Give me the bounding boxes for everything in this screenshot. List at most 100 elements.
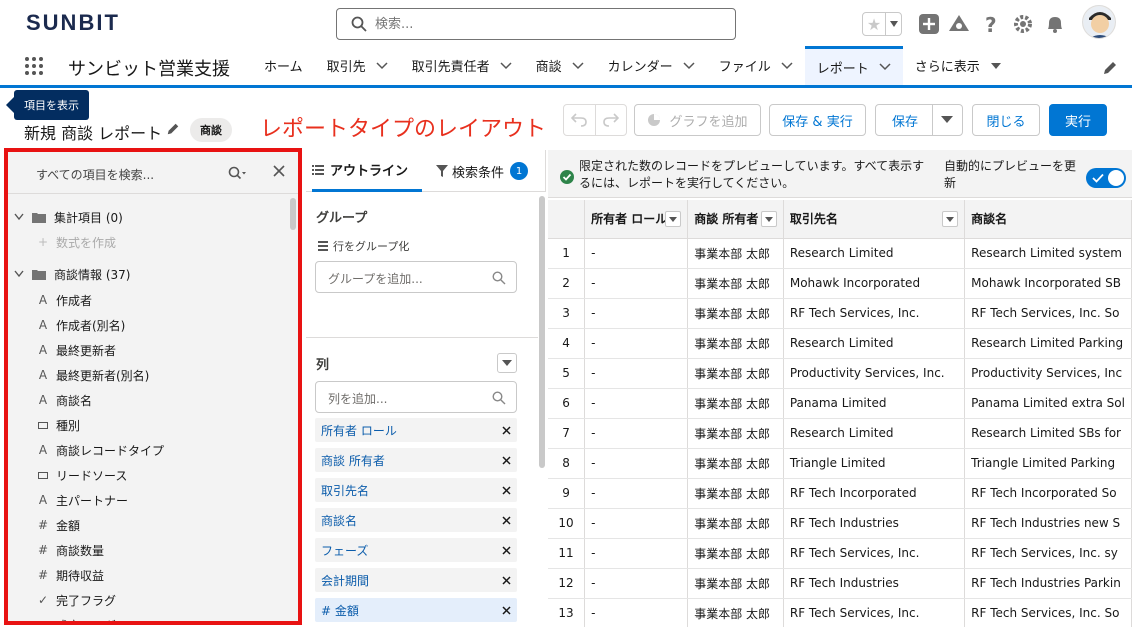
table-row[interactable]: 13- 事業本部 太郎 RF Tech Services, Inc. RF Tech … [548,598,1132,627]
remove-icon[interactable] [502,485,511,495]
column-chip[interactable]: 商談名 [315,508,517,532]
redo-button[interactable] [594,105,627,135]
field-group-summary[interactable]: 集計項目 (0) [14,205,123,229]
column-menu-icon[interactable] [760,211,777,227]
add-group-input[interactable]: グループを追加... [315,261,517,293]
search-icon[interactable] [228,166,246,180]
field-item[interactable]: A 作成者 [36,288,92,312]
gear-icon[interactable] [1012,13,1034,35]
nav-item-opportunities[interactable]: 商談 [524,46,596,85]
field-item[interactable]: # 期待収益 [36,563,104,587]
outline-scrollbar[interactable] [538,192,546,627]
column-header-account[interactable]: 取引先名 [783,200,966,239]
table-row[interactable]: 9- 事業本部 太郎 RF Tech Incorporated RF Tech Inc… [548,478,1132,509]
table-row[interactable]: 10- 事業本部 太郎 RF Tech Industries RF Tech Indu… [548,508,1132,539]
table-row[interactable]: 4- 事業本部 太郎 Research Limited Research Limite… [548,328,1132,359]
tab-filters[interactable]: 検索条件 1 [436,150,529,192]
table-row[interactable]: 3- 事業本部 太郎 RF Tech Services, Inc. RF Tech S… [548,298,1132,329]
field-item[interactable]: ✓ 成立フラグ [36,613,116,621]
create-formula[interactable]: + 数式を作成 [36,230,116,254]
user-avatar[interactable] [1082,5,1116,39]
columns-menu-button[interactable] [497,353,517,373]
chevron-down-icon[interactable] [879,63,891,71]
column-chip[interactable]: 所有者 ロール [315,418,517,442]
favorites-dropdown-icon[interactable] [885,13,901,35]
chevron-down-icon[interactable] [781,61,793,70]
table-row[interactable]: 11- 事業本部 太郎 RF Tech Services, Inc. RF Tech … [548,538,1132,569]
trailhead-icon[interactable] [948,13,970,35]
column-header-owner-role[interactable]: 所有者 ロール [584,200,689,239]
remove-icon[interactable] [502,425,511,435]
nav-item-files[interactable]: ファイル [707,46,805,85]
field-item[interactable]: A 商談レコードタイプ [36,438,164,462]
remove-icon[interactable] [502,455,511,465]
add-icon[interactable] [918,13,940,35]
field-item[interactable]: リードソース [36,463,127,487]
table-row[interactable]: 7- 事業本部 太郎 Research Limited Research Limite… [548,418,1132,449]
nav-item-reports[interactable]: レポート [804,46,903,85]
help-icon[interactable]: ? [980,13,1002,35]
field-search-input[interactable]: すべての項目を検索... [36,166,154,183]
edit-title-icon[interactable] [166,122,180,136]
table-row[interactable]: 5- 事業本部 太郎 Productivity Services, Inc. Prod… [548,358,1132,389]
field-item[interactable]: 種別 [36,413,80,437]
field-group-opportunity[interactable]: 商談情報 (37) [14,262,130,286]
table-row[interactable]: 8- 事業本部 太郎 Triangle Limited Triangle Limite… [548,448,1132,479]
column-chip[interactable]: 商談 所有者 [315,448,517,472]
save-button[interactable]: 保存 [875,104,963,136]
add-chart-button[interactable]: グラフを追加 [634,104,761,136]
bell-icon[interactable] [1044,13,1066,35]
nav-item-calendar[interactable]: カレンダー [596,46,707,85]
chevron-down-icon[interactable] [500,61,512,70]
favorites-button[interactable]: ★ [862,12,902,36]
run-button[interactable]: 実行 [1049,104,1107,136]
table-row[interactable]: 12- 事業本部 太郎 RF Tech Industries RF Tech Indu… [548,568,1132,599]
remove-icon[interactable] [502,515,511,525]
column-header-opportunity[interactable]: 商談名 [964,200,1132,239]
table-row[interactable]: 2- 事業本部 太郎 Mohawk Incorporated Mohawk Incor… [548,268,1132,299]
field-item[interactable]: ✓ 完了フラグ [36,588,116,612]
field-item[interactable]: A 主パートナー [36,488,128,512]
nav-item-home[interactable]: ホーム [252,46,315,85]
column-menu-icon[interactable] [665,211,682,227]
close-icon[interactable] [272,164,286,178]
column-chip[interactable]: # 金額 [315,598,517,622]
chevron-down-icon[interactable] [683,61,695,70]
remove-icon[interactable] [502,605,511,615]
column-menu-icon[interactable] [942,211,959,227]
column-chip[interactable]: フェーズ [315,538,517,562]
save-run-button[interactable]: 保存 & 実行 [769,104,866,136]
table-row[interactable]: 6- 事業本部 太郎 Panama Limited Panama Limited ex… [548,388,1132,419]
column-chip[interactable]: 会計期間 [315,568,517,592]
field-item[interactable]: A 商談名 [36,388,92,412]
close-button[interactable]: 閉じる [972,104,1040,136]
field-search[interactable]: すべての項目を検索... [8,152,298,194]
remove-icon[interactable] [502,545,511,555]
nav-item-accounts[interactable]: 取引先 [315,46,400,85]
field-item[interactable]: A 作成者(別名) [36,313,125,337]
remove-icon[interactable] [502,575,511,585]
field-item[interactable]: # 商談数量 [36,538,104,562]
column-header-owner[interactable]: 商談 所有者 [687,200,784,239]
edit-nav-icon[interactable] [1102,60,1118,76]
field-item[interactable]: A 最終更新者 [36,338,116,362]
column-chip[interactable]: 取引先名 [315,478,517,502]
field-item[interactable]: A 最終更新者(別名) [36,363,149,387]
auto-preview-toggle[interactable] [1086,168,1126,188]
chevron-down-icon[interactable] [572,61,584,70]
table-row[interactable]: 1- 事業本部 太郎 Research Limited Research Limite… [548,238,1132,269]
fields-scrollbar-thumb[interactable] [290,198,296,230]
add-column-input[interactable]: 列を追加... [315,381,517,413]
global-search-input[interactable] [375,13,725,35]
outline-scrollbar-thumb[interactable] [539,196,545,468]
nav-item-contacts[interactable]: 取引先責任者 [400,46,524,85]
chevron-down-icon[interactable] [376,61,388,70]
app-launcher-icon[interactable] [24,56,44,76]
save-menu-icon[interactable] [941,116,953,124]
field-item[interactable]: # 金額 [36,513,80,537]
fields-scrollbar[interactable] [288,194,298,621]
tab-outline[interactable]: アウトライン [312,150,422,192]
undo-button[interactable] [564,105,595,135]
global-search[interactable] [336,8,736,40]
app-logo[interactable]: SUNBIT [26,10,120,36]
